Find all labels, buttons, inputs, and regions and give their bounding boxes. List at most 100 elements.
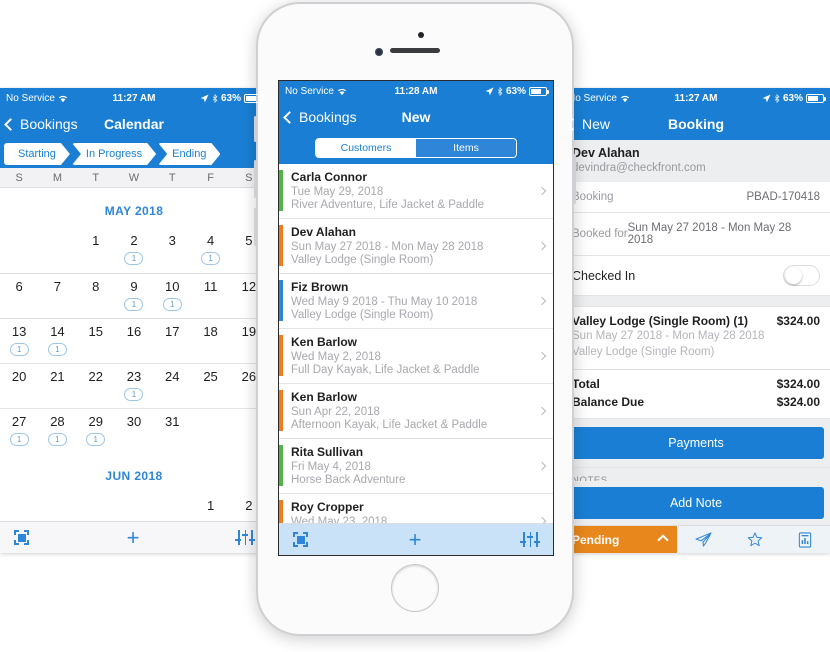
- carrier-label: No Service: [6, 92, 55, 104]
- day-count-badge: 1: [124, 252, 144, 265]
- scan-icon[interactable]: [14, 530, 29, 545]
- status-badge[interactable]: Pending: [562, 526, 678, 553]
- battery-percent: 63%: [220, 92, 241, 104]
- send-icon[interactable]: [695, 532, 712, 547]
- status-bar: No Service 11:27 AM 63%: [562, 88, 830, 108]
- calendar-day-16[interactable]: 16: [114, 318, 154, 363]
- calendar-day-18[interactable]: 18: [191, 318, 230, 363]
- calendar-day-7[interactable]: 7: [38, 273, 77, 318]
- calendar-day-20[interactable]: 20: [0, 363, 39, 408]
- calendar-day-3[interactable]: 3: [153, 228, 191, 273]
- segment-ending[interactable]: Ending: [158, 143, 220, 165]
- tab-items[interactable]: Items: [416, 139, 516, 157]
- tab-customers[interactable]: Customers: [316, 139, 416, 157]
- booking-info: Fiz Brown Wed May 9 2018 - Thu May 10 201…: [291, 280, 531, 321]
- calendar-day-9[interactable]: 91: [114, 273, 154, 318]
- volume-down-button[interactable]: [254, 208, 257, 246]
- calendar-day-8[interactable]: 8: [76, 273, 115, 318]
- booking-info: Ken Barlow Wed May 2, 2018 Full Day Kayak,…: [291, 335, 531, 376]
- booking-list-item[interactable]: Carla Connor Tue May 29, 2018 River Advent…: [279, 164, 553, 219]
- power-button[interactable]: [573, 154, 576, 204]
- day-count-badge: 1: [47, 433, 67, 446]
- calendar-day-29[interactable]: 29 1: [76, 408, 115, 453]
- bottom-toolbar: +: [279, 523, 553, 555]
- day-number: 30: [126, 414, 142, 429]
- calendar-day-27[interactable]: 27 1: [0, 408, 39, 453]
- phone-screen: No Service 11:28 AM 63% Bookings New Cus…: [278, 80, 554, 556]
- day-header-4: T: [168, 171, 176, 184]
- payments-button[interactable]: Payments: [568, 427, 824, 460]
- calendar-day-11[interactable]: 11: [191, 273, 230, 318]
- back-button[interactable]: Bookings: [283, 109, 357, 125]
- customer-name: Dev Alahan: [572, 146, 640, 160]
- calendar-day-17[interactable]: 17: [153, 318, 192, 363]
- day-count-badge: 1: [86, 433, 106, 446]
- booking-items: Valley Lodge (Single Room): [291, 309, 434, 321]
- add-booking-button[interactable]: +: [127, 526, 140, 549]
- field-label: Booking: [572, 191, 614, 203]
- calendar-day-30[interactable]: 30: [114, 408, 154, 453]
- add-booking-button[interactable]: +: [409, 528, 422, 551]
- calendar-day-31[interactable]: 31: [153, 408, 192, 453]
- booking-items: Valley Lodge (Single Room): [291, 254, 434, 266]
- calendar-day-14[interactable]: 14 1: [38, 318, 77, 363]
- segment-in-progress[interactable]: In Progress: [72, 143, 156, 165]
- day-header-1: M: [52, 171, 62, 184]
- calendar-day-25[interactable]: 25: [191, 363, 230, 408]
- booking-list-item[interactable]: Ken Barlow Wed May 2, 2018 Full Day Kayak,…: [279, 329, 553, 384]
- booking-list-item[interactable]: Dev Alahan Sun May 27 2018 - Mon May 28 2…: [279, 219, 553, 274]
- day-count-badge: 1: [201, 252, 221, 265]
- booking-list-item[interactable]: Ken Barlow Sun Apr 22, 2018 Afternoon Kaya…: [279, 384, 553, 439]
- customer-email: devindra@checkfront.com: [572, 162, 706, 174]
- checked-in-toggle[interactable]: [783, 265, 820, 286]
- booking-list-item[interactable]: Rita Sullivan Fri May 4, 2018 Horse Back A…: [279, 439, 553, 494]
- calendar-day-15[interactable]: 15: [76, 318, 115, 363]
- day-number: 3: [168, 233, 176, 248]
- calendar-day-24[interactable]: 24: [153, 363, 192, 408]
- calendar-screen: No Service 11:27 AM 63% Bookings Calenda…: [0, 88, 268, 553]
- chevron-right-icon: [531, 390, 553, 431]
- carrier-status: No Service: [285, 86, 347, 97]
- field-booking-id: Booking PBAD-170418: [562, 182, 830, 213]
- booking-item-row[interactable]: Valley Lodge (Single Room) (1) $324.00 S…: [562, 307, 830, 371]
- calendar-day-28[interactable]: 28 1: [38, 408, 77, 453]
- bottom-toolbar: +: [0, 521, 268, 553]
- customer-summary[interactable]: Dev Alahan devindra@checkfront.com: [562, 140, 830, 182]
- sliders-icon[interactable]: [520, 532, 540, 547]
- calendar-day-2[interactable]: 21: [115, 228, 153, 273]
- home-button[interactable]: [391, 564, 439, 612]
- booking-customer-name: Carla Connor: [291, 170, 368, 184]
- booking-list-item[interactable]: Fiz Brown Wed May 9 2018 - Thu May 10 201…: [279, 274, 553, 329]
- add-note-button[interactable]: Add Note: [568, 487, 824, 519]
- booking-dates: Wed May 2, 2018: [291, 351, 381, 363]
- mute-switch[interactable]: [254, 116, 257, 142]
- day-number: 27: [11, 414, 27, 429]
- filter-segments: Starting In Progress Ending: [0, 140, 268, 168]
- calendar-day-22[interactable]: 22: [76, 363, 115, 408]
- total-label: Total: [572, 377, 600, 392]
- calendar-day-13[interactable]: 13 1: [0, 318, 39, 363]
- calendar-day-4[interactable]: 41: [191, 228, 229, 273]
- scan-icon[interactable]: [293, 532, 308, 547]
- status-right: 63%: [762, 93, 826, 104]
- chevron-right-icon: [531, 170, 553, 211]
- booking-customer-name: Roy Cropper: [291, 500, 364, 514]
- star-icon[interactable]: [747, 532, 763, 547]
- sliders-icon[interactable]: [235, 530, 255, 545]
- calendar-day-6[interactable]: 6: [0, 273, 39, 318]
- carrier-label: No Service: [285, 85, 334, 97]
- calendar-day-21[interactable]: 21: [38, 363, 77, 408]
- segment-starting[interactable]: Starting: [4, 143, 70, 165]
- back-button[interactable]: New: [566, 116, 610, 132]
- back-button[interactable]: Bookings: [4, 116, 78, 132]
- day-number: 23: [126, 369, 142, 384]
- day-number: 11: [203, 279, 218, 294]
- balance-due-value: $324.00: [776, 394, 820, 409]
- document-icon[interactable]: [798, 531, 812, 548]
- calendar-day-23[interactable]: 23 1: [114, 363, 154, 408]
- balance-due-label: Balance Due: [572, 394, 645, 409]
- volume-up-button[interactable]: [254, 160, 257, 198]
- calendar-day-10[interactable]: 10 1: [153, 273, 192, 318]
- calendar-day-1[interactable]: 1: [77, 228, 115, 273]
- day-count-badge: 1: [162, 298, 182, 311]
